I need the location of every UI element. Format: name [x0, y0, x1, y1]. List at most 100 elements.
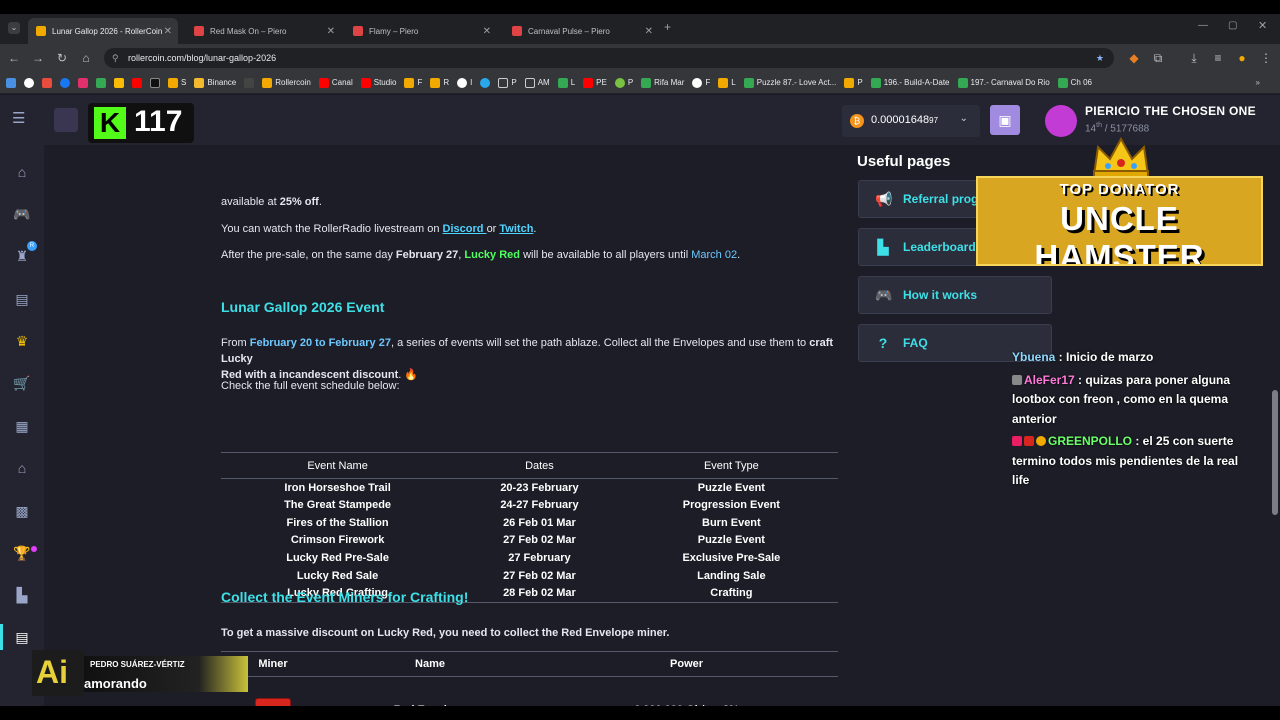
tab-red-mask[interactable]: Red Mask On – Piero ✕ — [186, 18, 341, 44]
bookmark-am[interactable]: AM — [524, 77, 550, 88]
bookmark-rollercoin[interactable]: Rollercoin — [262, 77, 311, 88]
bookmark-studio[interactable]: Studio — [360, 77, 396, 88]
rollercoin-logo-icon[interactable] — [54, 108, 78, 132]
wallet-button[interactable]: ▣ — [990, 105, 1020, 135]
minimize-icon[interactable]: — — [1198, 20, 1208, 31]
bookmark-p3[interactable]: P — [844, 77, 863, 88]
shop-nav-icon[interactable]: ⌂ — [12, 459, 32, 477]
url-text: rollercoin.com/blog/lunar-gallop-2026 — [128, 53, 277, 63]
leaderboard-nav-icon[interactable]: ▙ — [12, 586, 32, 604]
bookmark-icon-6[interactable] — [96, 77, 106, 88]
bookmark-pe[interactable]: PE — [583, 77, 607, 88]
tab-carnaval[interactable]: Carnaval Pulse – Piero ✕ — [504, 18, 659, 44]
download-icon[interactable]: ⤓ — [1186, 50, 1202, 66]
store-nav-icon[interactable]: ▦ — [12, 417, 32, 435]
close-icon[interactable]: ✕ — [645, 26, 653, 37]
bookmark-icon-10[interactable] — [244, 77, 255, 88]
page-scrollbar[interactable] — [1272, 390, 1278, 515]
new-badge: R — [27, 241, 37, 251]
profile-rank: 14th / 5177688 — [1085, 122, 1150, 135]
bookmark-ch06[interactable]: Ch 06 — [1057, 77, 1092, 88]
more-bookmarks-icon[interactable]: » — [1256, 78, 1260, 87]
bookmark-icon-7[interactable] — [114, 77, 124, 88]
bookmark-f2[interactable]: F — [692, 77, 710, 88]
chat-badge-icon — [1012, 436, 1022, 446]
close-icon[interactable]: ✕ — [483, 26, 491, 37]
k-count: 117 — [134, 105, 183, 138]
url-bar[interactable]: ⚲ rollercoin.com/blog/lunar-gallop-2026 … — [104, 48, 1114, 68]
bookmark-197[interactable]: 197.- Carnaval Do Rio — [957, 77, 1050, 88]
bookmark-r[interactable]: R — [430, 77, 449, 88]
bookmark-rifa-mar[interactable]: Rifa Mar — [641, 77, 684, 88]
blog-nav-icon[interactable]: ▤ — [12, 628, 32, 646]
media-icon[interactable]: ≡ — [1210, 50, 1226, 66]
maximize-icon[interactable]: ▢ — [1228, 20, 1237, 31]
bookmark-s[interactable]: S — [168, 77, 186, 88]
bookmark-puzzle-87[interactable]: Puzzle 87.- Love Act... — [743, 77, 836, 88]
tab-search-icon[interactable]: ⌄ — [8, 22, 20, 34]
reload-icon[interactable]: ↻ — [54, 50, 70, 66]
bookmark-icon-8[interactable] — [132, 77, 142, 88]
forward-icon[interactable]: → — [30, 50, 46, 66]
window-close-icon[interactable]: ✕ — [1258, 19, 1267, 32]
new-tab-icon[interactable]: + — [664, 20, 671, 34]
trophy-nav-icon[interactable]: 🏆 — [12, 544, 32, 562]
home-nav-icon[interactable]: ⌂ — [12, 163, 32, 181]
tab-flamy[interactable]: Flamy – Piero ✕ — [345, 18, 497, 44]
close-icon[interactable]: ✕ — [164, 26, 172, 37]
menu-dots-icon[interactable]: ⋮ — [1258, 50, 1274, 66]
home-icon[interactable]: ⌂ — [78, 50, 94, 66]
bookmark-icon-5[interactable] — [78, 77, 88, 88]
hamburger-menu-icon[interactable]: ☰ — [12, 111, 30, 126]
bookmark-196[interactable]: 196.- Build-A-Date — [870, 77, 950, 88]
now-playing-overlay: Ai PEDRO SUÁREZ-VÉRTIZ amorando — [32, 650, 248, 696]
bookmark-l2[interactable]: L — [718, 77, 736, 88]
bookmark-i[interactable]: I — [457, 77, 472, 88]
marketplace-nav-icon[interactable]: 🛒 — [12, 374, 32, 392]
bookmark-star-icon[interactable]: ★ — [1096, 48, 1104, 68]
paragraph-livestream: You can watch the RollerRadio livestream… — [221, 223, 537, 235]
gamepad-icon: 🎮 — [875, 286, 893, 303]
paragraph-presale: available at 25% off. — [221, 196, 322, 208]
bookmark-telegram[interactable] — [480, 77, 491, 88]
bookmark-f[interactable]: F — [404, 77, 422, 88]
bookmark-p[interactable]: P — [498, 77, 517, 88]
game-nav-icon[interactable]: 🎮 — [12, 205, 32, 223]
tab-lunar-gallop[interactable]: Lunar Gallop 2026 - RollerCoin ✕ — [28, 18, 178, 44]
crown-nav-icon[interactable]: ♛ — [12, 332, 32, 350]
back-icon[interactable]: ← — [6, 50, 22, 66]
artist-name: PEDRO SUÁREZ-VÉRTIZ — [90, 660, 185, 669]
bookmark-l[interactable]: L — [557, 77, 575, 88]
chevron-down-icon: ⌄ — [959, 113, 968, 124]
top-donator-banner: TOP DONATOR UNCLE HAMSTER — [976, 176, 1263, 266]
extension-fox-icon[interactable]: ◆ — [1126, 50, 1142, 66]
bookmark-binance[interactable]: Binance — [194, 77, 236, 88]
extensions-icon[interactable]: ⧉ — [1150, 50, 1166, 66]
col-event-type: Event Type — [624, 452, 838, 479]
profile-name[interactable]: PIERICIO THE CHOSEN ONE — [1085, 104, 1256, 118]
profile-avatar-icon[interactable]: ● — [1234, 50, 1250, 66]
twitch-link[interactable]: Twitch — [499, 223, 533, 235]
chat-overlay: Ybuena : Inicio de marzo AleFer17 : quiz… — [1012, 348, 1248, 494]
screen: ⌄ Lunar Gallop 2026 - RollerCoin ✕ Red M… — [0, 0, 1280, 720]
how-it-works-link[interactable]: 🎮 How it works — [858, 276, 1052, 314]
tab-label: Carnaval Pulse – Piero — [528, 26, 610, 36]
balance-selector[interactable]: ₿ 0.0000164897 ⌄ — [842, 105, 980, 137]
bookmark-icon-4[interactable] — [60, 77, 70, 88]
chat-badge-icon — [1024, 436, 1034, 446]
bitcoin-icon: ₿ — [850, 114, 864, 128]
gift-nav-icon[interactable]: ▩ — [12, 502, 32, 520]
bookmark-icon-1[interactable] — [6, 77, 16, 88]
site-info-icon[interactable]: ⚲ — [112, 48, 119, 68]
bookmark-icon-3[interactable] — [42, 77, 52, 88]
paragraph-event-intro: From February 20 to February 27, a serie… — [221, 337, 834, 381]
bookmark-icon-9[interactable] — [150, 77, 160, 88]
bookmark-icon-2[interactable] — [24, 77, 34, 88]
bookmark-canal[interactable]: Canal — [318, 77, 353, 88]
inventory-nav-icon[interactable]: ▤ — [12, 290, 32, 308]
close-icon[interactable]: ✕ — [327, 26, 335, 37]
avatar[interactable] — [1045, 105, 1077, 137]
bookmark-p2[interactable]: P — [614, 77, 633, 88]
discord-link[interactable]: Discord — [443, 223, 487, 235]
banner-donor-name: UNCLE HAMSTER — [1034, 200, 1205, 266]
